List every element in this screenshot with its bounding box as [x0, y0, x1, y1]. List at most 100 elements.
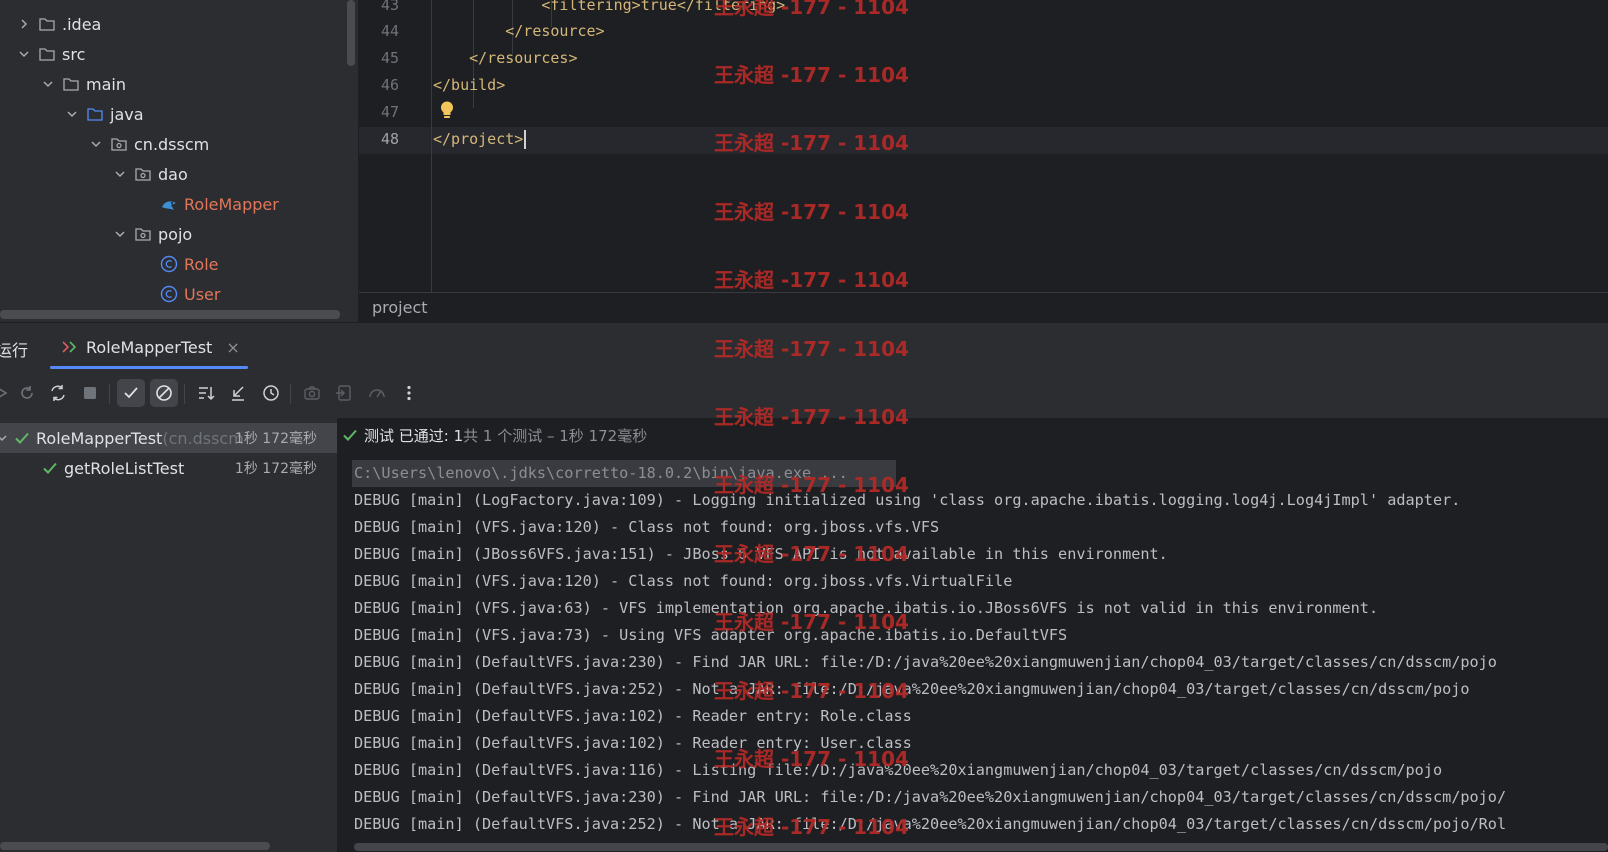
chevron-down-icon[interactable]	[88, 136, 104, 152]
test-results-tree: RoleMapperTest (cn.dsscm 1秒 172毫秒 getRol…	[0, 418, 338, 852]
test-run-icon	[60, 338, 78, 356]
test-status-summary: 测试 已通过: 1	[364, 426, 464, 445]
console-line: DEBUG [main] (DefaultVFS.java:252) - Not…	[354, 815, 1507, 833]
tree-item-pojo[interactable]: pojo	[0, 219, 358, 249]
line-number: 46	[380, 76, 399, 94]
tree-item-label: Role	[184, 254, 219, 274]
tab-active-indicator	[50, 366, 248, 369]
sort-alphabetically-icon[interactable]	[192, 379, 220, 407]
collapse-all-icon[interactable]	[224, 379, 252, 407]
package-icon	[110, 135, 128, 153]
folder-icon	[38, 15, 56, 33]
toolbar-separator	[109, 384, 110, 404]
test-tree-horizontal-scrollbar[interactable]	[0, 842, 270, 850]
rerun-icon[interactable]	[0, 379, 14, 407]
show-ignored-icon[interactable]	[150, 379, 178, 407]
class-icon	[160, 255, 178, 273]
camera-icon[interactable]	[298, 379, 326, 407]
chevron-down-icon[interactable]	[112, 226, 128, 242]
tab-rolemappertest[interactable]: RoleMapperTest ×	[50, 323, 248, 371]
test-row-getrolelisttest[interactable]: getRoleListTest 1秒 172毫秒	[0, 453, 337, 483]
chevron-down-icon[interactable]	[16, 46, 32, 62]
console-line: DEBUG [main] (VFS.java:73) - Using VFS a…	[354, 626, 1068, 644]
line-number: 47	[380, 103, 399, 121]
breadcrumb[interactable]: project	[372, 298, 428, 317]
tree-item-role[interactable]: Role	[0, 249, 358, 279]
tree-item-label: src	[62, 44, 86, 64]
chevron-right-icon[interactable]	[16, 16, 32, 32]
code-line[interactable]: </resources>	[433, 49, 577, 67]
tree-item-rolemapper[interactable]: RoleMapper	[0, 189, 358, 219]
class-icon	[160, 285, 178, 303]
tree-item-label: .idea	[62, 14, 102, 34]
current-line-highlight	[359, 127, 1608, 154]
tree-item-label: main	[86, 74, 126, 94]
tree-item-label: RoleMapper	[184, 194, 279, 214]
console-line: DEBUG [main] (DefaultVFS.java:102) - Rea…	[354, 734, 912, 752]
code-line[interactable]: <filtering>true</filtering>	[433, 0, 785, 14]
console-output[interactable]: 测试 已通过: 1共 1 个测试 – 1秒 172毫秒 C:\Users\len…	[338, 418, 1608, 852]
test-status-detail: 共 1 个测试 – 1秒 172毫秒	[463, 426, 648, 445]
console-line: DEBUG [main] (DefaultVFS.java:102) - Rea…	[354, 707, 912, 725]
source-folder-icon	[86, 105, 104, 123]
chevron-down-icon[interactable]	[112, 166, 128, 182]
tree-item-label: pojo	[158, 224, 193, 244]
run-tool-window-header: 运行 RoleMapperTest ×	[0, 322, 1608, 371]
tree-item-main[interactable]: main	[0, 69, 358, 99]
console-line: DEBUG [main] (LogFactory.java:109) - Log…	[354, 491, 1461, 509]
code-line[interactable]: </resource>	[433, 22, 604, 40]
tree-item-user[interactable]: User	[0, 279, 358, 309]
line-number: 43	[380, 0, 399, 14]
toolbar-separator	[290, 384, 291, 404]
package-icon	[134, 225, 152, 243]
close-icon[interactable]: ×	[226, 338, 239, 357]
toolbar-separator	[184, 384, 185, 404]
console-horizontal-scrollbar[interactable]	[354, 843, 1608, 851]
stop-icon[interactable]	[76, 379, 104, 407]
tree-item-label: cn.dsscm	[134, 134, 210, 154]
chevron-down-icon[interactable]	[64, 106, 80, 122]
tree-item-idea[interactable]: .idea	[0, 9, 358, 39]
test-duration: 1秒 172毫秒	[234, 431, 317, 447]
code-line-text: </project>	[433, 130, 524, 148]
tree-item-label: User	[184, 284, 221, 304]
code-line[interactable]: </build>	[433, 76, 505, 94]
console-command-line[interactable]: C:\Users\lenovo\.jdks\corretto-18.0.2\bi…	[354, 464, 848, 482]
tree-horizontal-scrollbar[interactable]	[0, 310, 340, 319]
breadcrumb-bar: project	[359, 292, 1608, 323]
rerun-failed-icon[interactable]	[13, 379, 41, 407]
tree-vertical-scrollbar[interactable]	[347, 0, 355, 66]
run-toolbar	[0, 370, 1608, 418]
toggle-auto-test-icon[interactable]	[44, 379, 72, 407]
test-name: getRoleListTest	[64, 458, 185, 478]
tree-item-dao[interactable]: dao	[0, 159, 358, 189]
more-options-icon[interactable]	[395, 379, 423, 407]
console-line: DEBUG [main] (VFS.java:63) - VFS impleme…	[354, 599, 1379, 617]
code-editor[interactable]: 43 44 45 46 47 48 <filtering>true</filte…	[359, 0, 1608, 292]
test-name: RoleMapperTest	[36, 428, 163, 448]
chevron-down-icon[interactable]	[40, 76, 56, 92]
test-passed-icon	[342, 427, 358, 443]
import-tests-icon[interactable]	[330, 379, 358, 407]
test-status-bar: 测试 已通过: 1共 1 个测试 – 1秒 172毫秒	[338, 418, 1608, 452]
line-number-current: 48	[380, 130, 399, 148]
console-line: DEBUG [main] (DefaultVFS.java:116) - Lis…	[354, 761, 1443, 779]
test-row-rolemappertest[interactable]: RoleMapperTest (cn.dsscm 1秒 172毫秒	[0, 423, 337, 453]
tab-label: RoleMapperTest	[86, 337, 213, 357]
console-line: DEBUG [main] (DefaultVFS.java:230) - Fin…	[354, 653, 1497, 671]
show-passed-icon[interactable]	[117, 379, 145, 407]
console-line: DEBUG [main] (JBoss6VFS.java:151) - JBos…	[354, 545, 1168, 563]
coverage-gauge-icon[interactable]	[363, 379, 391, 407]
tree-item-cn-dsscm[interactable]: cn.dsscm	[0, 129, 358, 159]
line-number-gutter: 43 44 45 46 47 48	[359, 0, 432, 292]
code-line-current[interactable]: </project>	[433, 130, 527, 149]
test-history-icon[interactable]	[257, 379, 285, 407]
text-caret	[524, 130, 527, 149]
chevron-down-icon[interactable]	[0, 432, 8, 444]
tree-item-src[interactable]: src	[0, 39, 358, 69]
line-number: 44	[380, 22, 399, 40]
lightbulb-icon[interactable]	[438, 100, 456, 120]
tree-item-java[interactable]: java	[0, 99, 358, 129]
test-duration: 1秒 172毫秒	[234, 461, 317, 477]
line-number: 45	[380, 49, 399, 67]
